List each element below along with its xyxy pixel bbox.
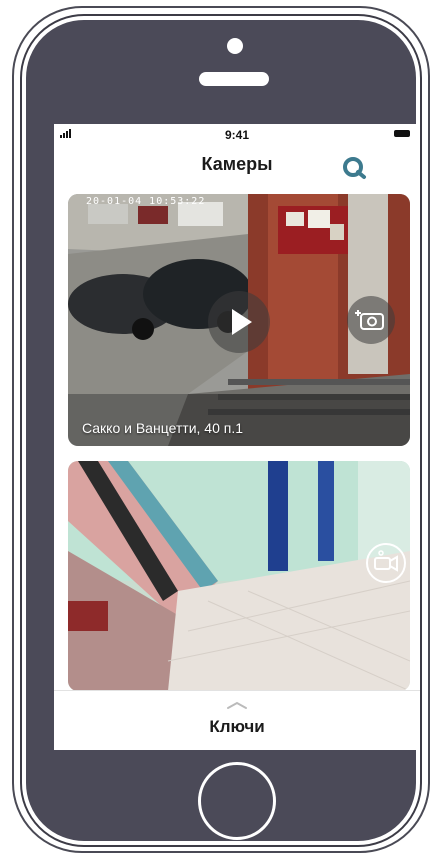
keys-sheet-title: Ключи bbox=[209, 717, 265, 736]
app-screen: 9:41 Камеры 20-01-04 10:53:22 Сакко и Ва… bbox=[54, 124, 420, 750]
status-bar: 9:41 bbox=[54, 124, 420, 146]
camera-card[interactable]: 20-01-04 10:53:22 Сакко и Ванцетти, 40 п… bbox=[68, 194, 410, 446]
battery-icon bbox=[394, 130, 410, 137]
play-icon[interactable] bbox=[208, 291, 270, 353]
front-camera bbox=[227, 38, 243, 54]
camera-caption: Сакко и Ванцетти, 40 п.1 bbox=[82, 420, 244, 436]
earpiece-speaker bbox=[199, 72, 269, 86]
camera-timestamp-overlay: 20-01-04 10:53:22 bbox=[86, 196, 206, 207]
home-button[interactable] bbox=[198, 762, 276, 840]
video-camera-icon[interactable] bbox=[366, 543, 406, 583]
camera-snapshot-icon[interactable] bbox=[347, 296, 395, 344]
keys-bottom-sheet[interactable]: Ключи bbox=[54, 690, 420, 750]
phone-mockup: 9:41 Камеры 20-01-04 10:53:22 Сакко и Ва… bbox=[0, 0, 441, 859]
camera-card[interactable] bbox=[68, 461, 410, 691]
status-time: 9:41 bbox=[224, 128, 250, 142]
chevron-up-icon[interactable] bbox=[226, 697, 248, 709]
search-icon[interactable] bbox=[342, 154, 368, 180]
camera-feed-image bbox=[68, 461, 410, 691]
